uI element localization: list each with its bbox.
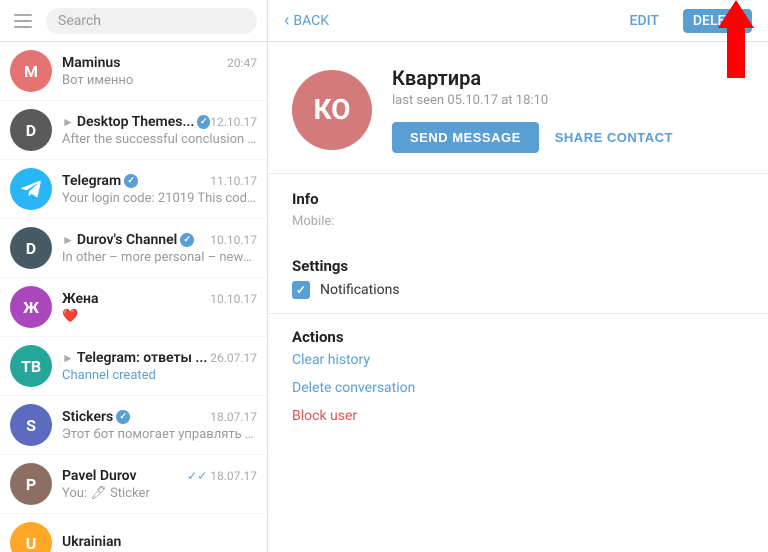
share-contact-button[interactable]: SHARE CONTACT [555, 122, 673, 153]
left-header: Search [0, 0, 267, 42]
notifications-label: Notifications [320, 282, 400, 298]
profile-name: Квартира [392, 66, 744, 90]
chat-item-desktop-themes[interactable]: D►Desktop Themes...✓12.10.17After the su… [0, 101, 267, 160]
back-label: BACK [293, 13, 329, 29]
back-button[interactable]: ‹ BACK [284, 10, 329, 31]
profile-actions: SEND MESSAGE SHARE CONTACT [392, 122, 744, 153]
search-input[interactable]: Search [46, 8, 257, 34]
right-panel: ‹ BACK EDIT DELETE КО Квартира last seen… [268, 0, 768, 552]
edit-button[interactable]: EDIT [622, 9, 667, 33]
profile-avatar: КО [292, 70, 372, 150]
chat-list: MMaminus20:47Вот именноD►Desktop Themes.… [0, 42, 267, 552]
back-arrow-icon: ‹ [284, 10, 289, 31]
chat-item-maminus[interactable]: MMaminus20:47Вот именно [0, 42, 267, 101]
notification-row: Notifications [292, 281, 744, 299]
hamburger-menu[interactable] [10, 10, 36, 32]
chat-item-telegram-otvety[interactable]: ТВ►Telegram: ответы ...26.07.17Channel c… [0, 337, 267, 396]
info-section: Info Mobile: [268, 174, 768, 257]
chat-item-stickers[interactable]: SStickers✓18.07.17Этот бот помогает упра… [0, 396, 267, 455]
left-panel: Search MMaminus20:47Вот именноD►Desktop … [0, 0, 268, 552]
send-message-button[interactable]: SEND MESSAGE [392, 122, 539, 153]
chat-item-pavel-durov[interactable]: PPavel Durov✓✓ 18.07.17You: 🖊 Sticker [0, 455, 267, 514]
settings-section: Settings Notifications [268, 257, 768, 314]
profile-status: last seen 05.10.17 at 18:10 [392, 93, 744, 108]
right-header: ‹ BACK EDIT DELETE [268, 0, 768, 42]
delete-conversation-link[interactable]: Delete conversation [292, 380, 744, 396]
profile-section: КО Квартира last seen 05.10.17 at 18:10 … [268, 42, 768, 174]
chat-item-telegram[interactable]: Telegram✓11.10.17Your login code: 21019 … [0, 160, 267, 219]
chat-item-durovs-channel[interactable]: D►Durov's Channel✓10.10.17In other – mor… [0, 219, 267, 278]
mobile-label: Mobile: [292, 214, 744, 229]
chat-item-zhena[interactable]: ЖЖена10.10.17❤️ [0, 278, 267, 337]
delete-button[interactable]: DELETE [683, 9, 752, 33]
right-panel-wrapper: ‹ BACK EDIT DELETE КО Квартира last seen… [268, 0, 768, 552]
block-user-link[interactable]: Block user [292, 408, 744, 424]
profile-details: Квартира last seen 05.10.17 at 18:10 SEN… [392, 66, 744, 153]
header-actions: EDIT DELETE [622, 9, 752, 33]
clear-history-link[interactable]: Clear history [292, 352, 744, 368]
settings-title: Settings [292, 257, 744, 275]
info-title: Info [292, 190, 744, 208]
notifications-checkbox[interactable] [292, 281, 310, 299]
chat-item-ukrainian[interactable]: UUkrainian [0, 514, 267, 552]
actions-title: Actions [292, 328, 744, 346]
actions-section: Actions Clear history Delete conversatio… [268, 314, 768, 450]
